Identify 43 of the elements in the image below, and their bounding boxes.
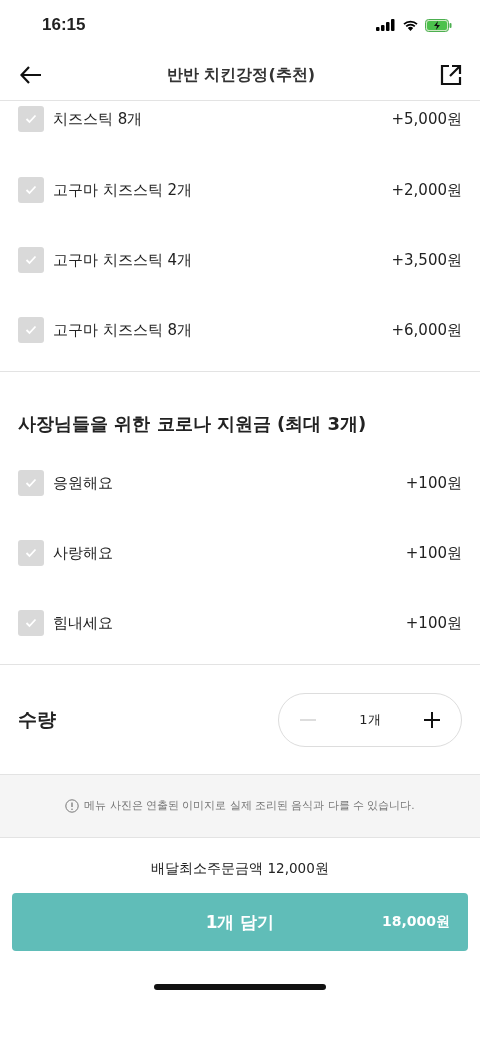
status-time: 16:15 (42, 15, 86, 35)
check-icon (25, 618, 37, 628)
quantity-value: 1개 (359, 710, 381, 729)
checkbox[interactable] (18, 106, 44, 132)
option-label: 힘내세요 (53, 613, 114, 633)
option-label: 응원해요 (53, 473, 114, 493)
check-icon (25, 114, 37, 124)
checkbox[interactable] (18, 540, 44, 566)
notice-text: 메뉴 사진은 연출된 이미지로 실제 조리된 음식과 다를 수 있습니다. (84, 799, 415, 813)
option-price: +100원 (405, 543, 462, 563)
battery-charging-icon (425, 18, 452, 32)
wifi-icon (402, 19, 419, 31)
option-label: 치즈스틱 8개 (53, 109, 144, 129)
plus-icon[interactable] (423, 710, 441, 729)
checkbox[interactable] (18, 317, 44, 343)
checkbox[interactable] (18, 610, 44, 636)
check-icon (25, 255, 37, 265)
check-icon (25, 548, 37, 558)
option-label: 고구마 치즈스틱 4개 (53, 250, 194, 270)
option-price: +3,500원 (391, 250, 462, 270)
option-price: +100원 (405, 613, 462, 633)
option-price: +2,000원 (391, 180, 462, 200)
check-icon (25, 185, 37, 195)
option-price: +5,000원 (391, 109, 462, 129)
info-icon (65, 799, 80, 813)
signal-icon (376, 19, 396, 31)
option-label: 사랑해요 (53, 543, 114, 563)
check-icon (25, 478, 37, 488)
option-label: 고구마 치즈스틱 2개 (53, 180, 194, 200)
checkbox[interactable] (18, 470, 44, 496)
minimum-order-text: 배달최소주문금액 12,000원 (150, 860, 330, 878)
section-title: 사장님들을 위한 코로나 지원금 (최대 3개) (18, 412, 368, 436)
option-price: +6,000원 (391, 320, 462, 340)
option-label: 고구마 치즈스틱 8개 (53, 320, 194, 340)
check-icon (25, 325, 37, 335)
quantity-label: 수량 (18, 706, 56, 732)
page-title: 반반 치킨강정(추천) (166, 64, 316, 86)
checkbox[interactable] (18, 247, 44, 273)
back-icon[interactable] (20, 66, 42, 84)
checkbox[interactable] (18, 177, 44, 203)
share-icon[interactable] (440, 64, 462, 86)
option-price: +100원 (405, 473, 462, 493)
add-to-cart-button[interactable]: 1개 담기 18,000원 (12, 893, 468, 951)
